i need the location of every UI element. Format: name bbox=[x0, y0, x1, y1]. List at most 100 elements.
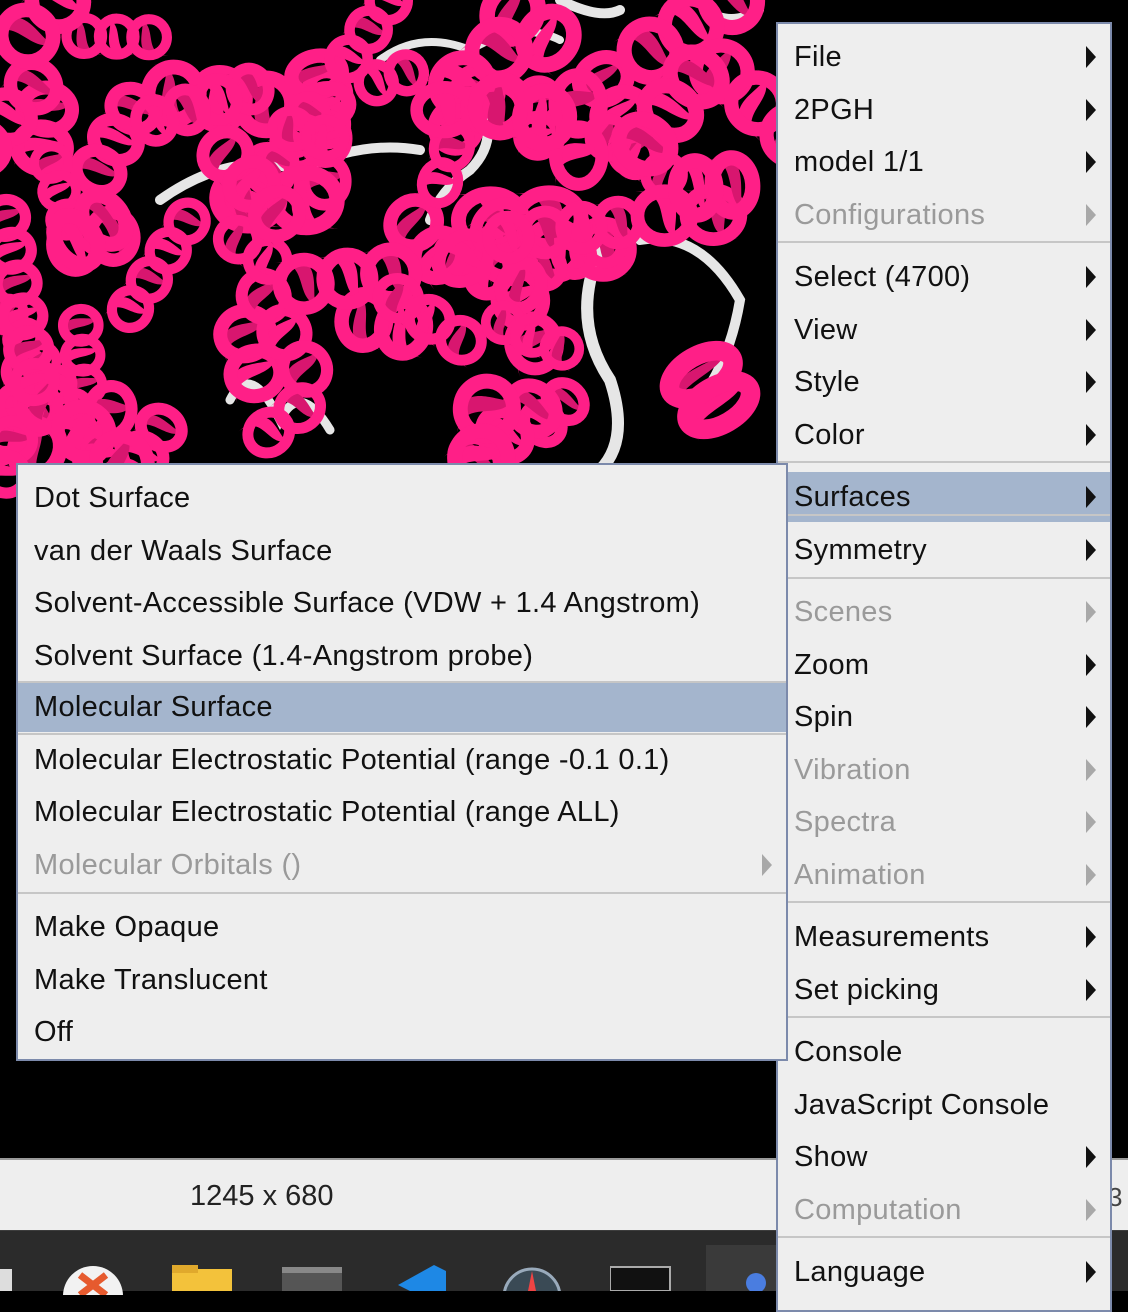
menu-item-label: Molecular Surface bbox=[34, 691, 273, 723]
menu-item-label: Spin bbox=[794, 701, 854, 733]
app-x-icon[interactable] bbox=[62, 1265, 124, 1312]
menu-item-label: Show bbox=[794, 1141, 868, 1173]
terminal-icon[interactable] bbox=[282, 1265, 344, 1296]
menu-item-label: Vibration bbox=[794, 754, 911, 786]
menu-separator bbox=[18, 681, 786, 683]
menu-item-label: Off bbox=[34, 1016, 74, 1048]
submenu-arrow-icon bbox=[1086, 979, 1096, 1001]
submenu-arrow-icon bbox=[1086, 319, 1096, 341]
submenu-arrow-icon bbox=[1086, 864, 1096, 886]
submenu-arrow-icon bbox=[1086, 811, 1096, 833]
menu-separator bbox=[778, 1016, 1110, 1018]
surface-item-molecular-electrostatic-potential-range-0-1-0-1[interactable]: Molecular Electrostatic Potential (range… bbox=[18, 735, 786, 785]
menu-item-label: Color bbox=[794, 419, 865, 451]
menu-item-measurements[interactable]: Measurements bbox=[778, 912, 1110, 962]
menu-item-label: Solvent-Accessible Surface (VDW + 1.4 An… bbox=[34, 587, 701, 619]
menu-item-label: Solvent Surface (1.4-Angstrom probe) bbox=[34, 640, 534, 672]
surface-item-van-der-waals-surface[interactable]: van der Waals Surface bbox=[18, 526, 786, 576]
surface-item-molecular-electrostatic-potential-range-all[interactable]: Molecular Electrostatic Potential (range… bbox=[18, 787, 786, 837]
menu-separator bbox=[778, 514, 1110, 516]
surface-item-make-translucent[interactable]: Make Translucent bbox=[18, 955, 786, 1005]
menu-item-label: Measurements bbox=[794, 921, 990, 953]
menu-item-label: Molecular Electrostatic Potential (range… bbox=[34, 796, 620, 828]
submenu-arrow-icon bbox=[1086, 424, 1096, 446]
menu-item-view[interactable]: View bbox=[778, 305, 1110, 355]
menu-item-spin[interactable]: Spin bbox=[778, 692, 1110, 742]
submenu-arrow-icon bbox=[1086, 266, 1096, 288]
menu-item-label: Select (4700) bbox=[794, 261, 971, 293]
surface-item-make-opaque[interactable]: Make Opaque bbox=[18, 902, 786, 952]
menu-item-javascript-console[interactable]: JavaScript Console bbox=[778, 1080, 1110, 1130]
menu-item-label: Console bbox=[794, 1036, 903, 1068]
menu-item-scenes: Scenes bbox=[778, 587, 1110, 637]
menu-item-show[interactable]: Show bbox=[778, 1132, 1110, 1182]
submenu-arrow-icon bbox=[1086, 654, 1096, 676]
menu-item-animation: Animation bbox=[778, 850, 1110, 900]
submenu-arrow-icon bbox=[1086, 46, 1096, 68]
menu-item-style[interactable]: Style bbox=[778, 357, 1110, 407]
menu-item-label: Scenes bbox=[794, 596, 893, 628]
menu-item-vibration: Vibration bbox=[778, 745, 1110, 795]
console-app-icon[interactable] bbox=[609, 1265, 672, 1296]
surface-item-dot-surface[interactable]: Dot Surface bbox=[18, 473, 786, 523]
menu-separator bbox=[778, 577, 1110, 579]
surface-item-solvent-accessible-surface-vdw-1-4-angstrom[interactable]: Solvent-Accessible Surface (VDW + 1.4 An… bbox=[18, 578, 786, 628]
submenu-arrow-icon bbox=[762, 854, 772, 876]
submenu-arrow-icon bbox=[1086, 151, 1096, 173]
jmol-app-icon[interactable] bbox=[706, 1245, 776, 1296]
submenu-arrow-icon bbox=[1086, 539, 1096, 561]
menu-item-configurations: Configurations bbox=[778, 190, 1110, 240]
menu-item-label: View bbox=[794, 314, 858, 346]
menu-item-file[interactable]: File bbox=[778, 32, 1110, 82]
surface-item-solvent-surface-1-4-angstrom-probe[interactable]: Solvent Surface (1.4-Angstrom probe) bbox=[18, 631, 786, 681]
menu-item-select-4700[interactable]: Select (4700) bbox=[778, 252, 1110, 302]
menu-item-label: Computation bbox=[794, 1194, 962, 1226]
menu-item-zoom[interactable]: Zoom bbox=[778, 640, 1110, 690]
jmol-popup-menu: File 2PGH model 1/1 Configurations Select (4… bbox=[776, 22, 1112, 1312]
submenu-arrow-icon bbox=[1086, 371, 1096, 393]
compass-app-icon[interactable] bbox=[500, 1265, 562, 1312]
submenu-arrow-icon bbox=[1086, 204, 1096, 226]
menu-item-label: Configurations bbox=[794, 199, 986, 231]
menu-item-label: Symmetry bbox=[794, 534, 927, 566]
vscode-icon[interactable] bbox=[390, 1265, 452, 1296]
menu-separator bbox=[18, 733, 786, 735]
menu-item-console[interactable]: Console bbox=[778, 1027, 1110, 1077]
menu-item-model-1-1[interactable]: model 1/1 bbox=[778, 137, 1110, 187]
surface-item-molecular-surface[interactable]: Molecular Surface bbox=[18, 682, 786, 732]
submenu-arrow-icon bbox=[1086, 1199, 1096, 1221]
submenu-arrow-icon bbox=[1086, 1146, 1096, 1168]
menu-separator bbox=[778, 1236, 1110, 1238]
menu-item-label: Make Translucent bbox=[34, 964, 268, 996]
submenu-arrow-icon bbox=[1086, 99, 1096, 121]
menu-item-symmetry[interactable]: Symmetry bbox=[778, 525, 1110, 575]
menu-item-2pgh[interactable]: 2PGH bbox=[778, 85, 1110, 135]
surface-item-molecular-orbitals: Molecular Orbitals () bbox=[18, 840, 786, 890]
submenu-arrow-icon bbox=[1086, 601, 1096, 623]
menu-item-label: Animation bbox=[794, 859, 926, 891]
menu-item-label: JavaScript Console bbox=[794, 1089, 1050, 1121]
menu-separator bbox=[778, 461, 1110, 463]
menu-item-label: model 1/1 bbox=[794, 146, 925, 178]
menu-item-color[interactable]: Color bbox=[778, 410, 1110, 460]
menu-item-label: Set picking bbox=[794, 974, 940, 1006]
surface-item-off[interactable]: Off bbox=[18, 1007, 786, 1057]
menu-separator bbox=[778, 241, 1110, 243]
menu-item-label: Spectra bbox=[794, 806, 897, 838]
menu-separator bbox=[778, 901, 1110, 903]
menu-item-label: Zoom bbox=[794, 649, 870, 681]
submenu-arrow-icon bbox=[1086, 486, 1096, 508]
menu-item-label: File bbox=[794, 41, 842, 73]
submenu-arrow-icon bbox=[1086, 926, 1096, 948]
taskbar-edge bbox=[0, 1269, 12, 1291]
menu-item-set-picking[interactable]: Set picking bbox=[778, 965, 1110, 1015]
menu-item-label: 2PGH bbox=[794, 94, 875, 126]
menu-item-label: Language bbox=[794, 1256, 926, 1288]
menu-item-label: Molecular Orbitals () bbox=[34, 849, 302, 881]
folder-icon[interactable] bbox=[172, 1265, 234, 1296]
canvas-size-label: 1245 x 680 bbox=[190, 1180, 334, 1212]
menu-item-label: Make Opaque bbox=[34, 911, 220, 943]
menu-item-spectra: Spectra bbox=[778, 797, 1110, 847]
surfaces-submenu: Dot Surface van der Waals Surface Solvent-… bbox=[16, 463, 788, 1061]
submenu-arrow-icon bbox=[1086, 706, 1096, 728]
